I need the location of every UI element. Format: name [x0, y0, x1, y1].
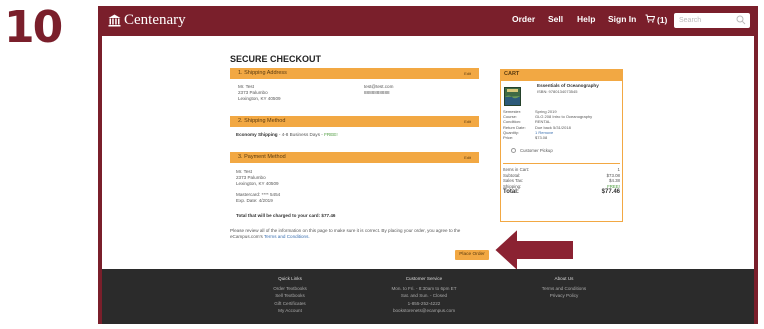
footer-text: Sat. and Sun. - Closed — [400, 293, 448, 299]
footer-link[interactable]: Order Textbooks — [230, 285, 350, 292]
site-footer: Quick Links Order Textbooks Sell Textboo… — [102, 269, 754, 324]
cart-panel: Essentials of Oceanography ISBN: 9780134… — [500, 80, 623, 222]
footer-quick-links: Quick Links Order Textbooks Sell Textboo… — [230, 275, 350, 314]
pickup-label: Customer Pickup — [520, 148, 553, 153]
logo-text: Centenary — [124, 12, 186, 28]
footer-link[interactable]: Terms and Conditions — [504, 285, 624, 292]
detail-label: Price: — [503, 135, 514, 141]
nav-help[interactable]: Help — [577, 14, 595, 24]
footer-link[interactable]: My Account — [230, 307, 350, 314]
nav-sell[interactable]: Sell — [548, 14, 563, 24]
arrow-pointer-icon — [492, 226, 575, 272]
shipping-method-detail: - 4-8 Business Days - — [277, 132, 325, 137]
contact-phone: 8888888888 — [364, 90, 390, 95]
footer-link[interactable]: Privacy Policy — [504, 292, 624, 299]
cart-link[interactable]: (1) — [645, 14, 667, 25]
search-placeholder: Search — [679, 17, 702, 24]
card-expiration: Exp. Date: 4/2019 — [236, 198, 273, 203]
checkout-page: SECURE CHECKOUT 1. Shipping Address Edit… — [102, 36, 754, 272]
shipping-method-name: Economy Shipping — [236, 132, 278, 137]
cart-divider — [503, 163, 620, 164]
customer-pickup-option[interactable]: Customer Pickup — [511, 148, 553, 153]
review-notice: Please review all of the information on … — [230, 228, 492, 240]
edit-shipping-method-link[interactable]: Edit — [464, 116, 471, 127]
shipping-method-header: 2. Shipping Method Edit — [230, 116, 479, 127]
order-summary: Items in Cart: 1 Subtotal: $73.08 Sales Ta… — [503, 167, 620, 196]
cart-heading: CART — [500, 69, 623, 80]
edit-shipping-address-link[interactable]: Edit — [464, 68, 471, 79]
shipping-method-heading: 2. Shipping Method — [238, 118, 286, 124]
footer-text: Mon. to Fri. - 8:30am to 6pm ET — [391, 286, 457, 292]
footer-link[interactable]: bookstorenets@ecampus.com — [364, 307, 484, 314]
building-icon — [108, 14, 121, 27]
shipping-address-header: 1. Shipping Address Edit — [230, 68, 479, 79]
terms-link[interactable]: Terms and Conditions. — [264, 234, 310, 239]
shipping-address-block: Mr. Test 2373 Palumbo Lexington, KY 4050… — [238, 84, 281, 102]
footer-text: 1-855-252-4222 — [407, 300, 441, 306]
detail-value: $73.08 — [535, 135, 548, 141]
card-block: Mastercard: **** 5454 Exp. Date: 4/2019 — [236, 192, 280, 204]
footer-about: About Us Terms and Conditions Privacy Po… — [504, 275, 624, 300]
book-cover-image — [504, 87, 521, 106]
place-order-button[interactable]: Place Order — [455, 250, 489, 260]
cart-icon — [645, 14, 656, 25]
cart-count: (1) — [657, 14, 668, 25]
step-number: 10 — [4, 2, 63, 53]
contact-block: test@test.com 8888888888 — [364, 84, 393, 96]
footer-heading: Customer Service — [405, 276, 443, 281]
total-charge-line: Total that will be charged to your card:… — [236, 213, 336, 218]
shipping-city: Lexington, KY 40509 — [238, 96, 281, 101]
shipping-method-price: FREE! — [324, 132, 338, 137]
shipping-address-heading: 1. Shipping Address — [238, 70, 287, 76]
payment-method-heading: 3. Payment Method — [238, 154, 286, 160]
footer-customer-service: Customer Service Mon. to Fri. - 8:30am t… — [364, 275, 484, 314]
payment-method-header: 3. Payment Method Edit — [230, 152, 479, 163]
pickup-radio[interactable] — [511, 148, 516, 153]
billing-address-block: Mr. Test 2373 Palumbo Lexington, KY 4050… — [236, 169, 279, 187]
nav-order[interactable]: Order — [512, 14, 535, 24]
cart-item-details: Semester: Spring 2019 Course: GLG 208 Intr… — [503, 109, 592, 140]
cart-total-label: Total: — [503, 189, 519, 196]
book-isbn: ISBN: 9780134073545 — [537, 89, 578, 94]
edit-payment-method-link[interactable]: Edit — [464, 152, 471, 163]
billing-city: Lexington, KY 40509 — [236, 181, 279, 186]
footer-heading: Quick Links — [278, 276, 302, 281]
page-title: SECURE CHECKOUT — [230, 54, 322, 64]
site-logo[interactable]: Centenary — [108, 12, 186, 29]
footer-link[interactable]: Sell Textbooks — [230, 292, 350, 299]
top-navigation-bar: Centenary Order Sell Help Sign In (1) Se… — [98, 6, 758, 36]
footer-link[interactable]: Gift Certificates — [230, 300, 350, 307]
cart-total-value: $77.46 — [601, 189, 620, 196]
browser-frame: Centenary Order Sell Help Sign In (1) Se… — [98, 6, 758, 324]
footer-heading: About Us — [554, 276, 574, 281]
search-input[interactable]: Search — [674, 13, 750, 28]
search-icon[interactable] — [736, 15, 746, 31]
shipping-method-line: Economy Shipping - 4-8 Business Days - F… — [236, 132, 338, 138]
nav-sign-in[interactable]: Sign In — [608, 14, 636, 24]
